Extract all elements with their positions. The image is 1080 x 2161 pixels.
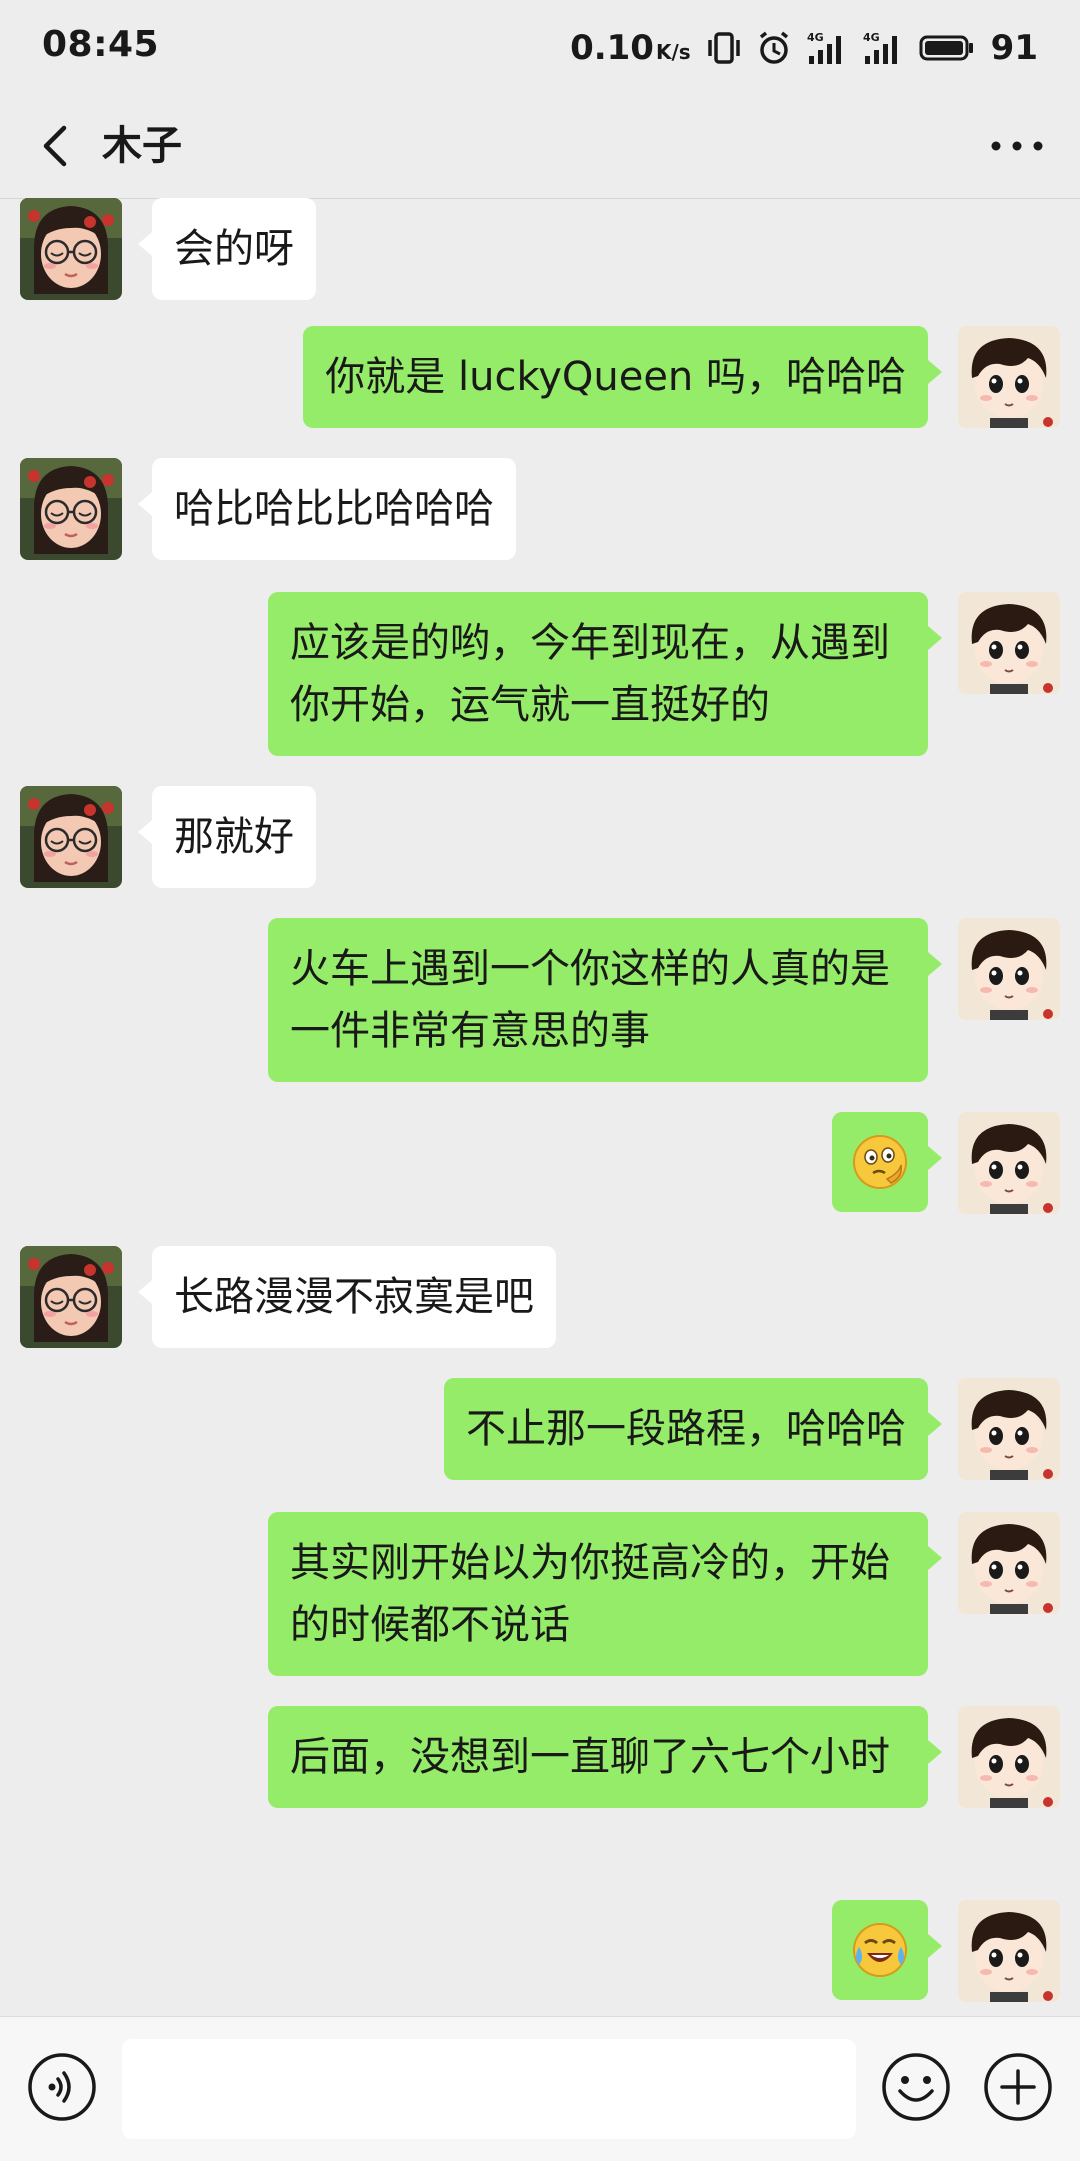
network-speed-unit: K/s [655,40,691,64]
signal-4g-icon: 4G [807,31,841,64]
my-avatar[interactable] [958,1900,1060,2002]
svg-text:4G: 4G [807,31,824,44]
chat-header: 木子 [0,96,1080,199]
status-time: 08:45 [42,24,160,65]
status-icons: 0.10 K/s 4G 4G 91 [570,24,1038,72]
thinking-face-emoji [853,1135,907,1189]
message-bubble-emoji[interactable] [832,1112,942,1212]
more-dots-icon[interactable] [982,116,1052,176]
my-avatar[interactable] [958,918,1060,1020]
contact-avatar[interactable] [20,458,122,560]
message-bubble-outgoing[interactable]: 不止那一段路程，哈哈哈 [444,1378,942,1480]
message-input[interactable] [122,2039,856,2139]
message-bubble-incoming[interactable]: 长路漫漫不寂寞是吧 [138,1246,556,1348]
emoji-icon[interactable] [880,2051,952,2123]
message-bubble-incoming[interactable]: 会的呀 [138,198,316,300]
contact-avatar[interactable] [20,198,122,300]
voice-icon[interactable] [26,2051,98,2123]
contact-avatar[interactable] [20,1246,122,1348]
chat-title: 木子 [102,123,182,169]
plus-icon[interactable] [982,2051,1054,2123]
my-avatar[interactable] [958,1112,1060,1214]
contact-avatar[interactable] [20,786,122,888]
message-bubble-outgoing[interactable]: 你就是 luckyQueen 吗，哈哈哈 [303,326,942,428]
input-bar [0,2016,1080,2161]
message-bubble-outgoing[interactable]: 火车上遇到一个你这样的人真的是一件非常有意思的事 [268,918,942,1082]
message-bubble-outgoing[interactable]: 其实刚开始以为你挺高冷的，开始的时候都不说话 [268,1512,942,1676]
message-bubble-outgoing[interactable]: 应该是的哟，今年到现在，从遇到你开始，运气就一直挺好的 [268,592,942,756]
message-bubble-incoming[interactable]: 那就好 [138,786,316,888]
network-speed: 0.10 K/s [570,28,691,68]
battery-level: 91 [990,28,1038,68]
message-bubble-outgoing[interactable]: 后面，没想到一直聊了六七个小时 [268,1706,942,1808]
my-avatar[interactable] [958,1378,1060,1480]
battery-icon [919,35,973,61]
crying-laughing-emoji [853,1923,907,1977]
svg-text:4G: 4G [863,31,880,44]
my-avatar[interactable] [958,1512,1060,1614]
my-avatar[interactable] [958,326,1060,428]
network-speed-value: 0.10 [570,28,654,68]
signal-4g-icon-2: 4G [863,31,897,64]
message-bubble-emoji[interactable] [832,1900,942,2000]
alarm-icon [759,31,788,64]
message-bubble-incoming[interactable]: 哈比哈比比哈哈哈 [138,458,516,560]
chevron-left-icon[interactable] [28,116,88,176]
my-avatar[interactable] [958,1706,1060,1808]
my-avatar[interactable] [958,592,1060,694]
status-bar: 08:45 0.10 K/s 4G 4G 91 [0,0,1080,96]
vibrate-icon [707,32,740,64]
